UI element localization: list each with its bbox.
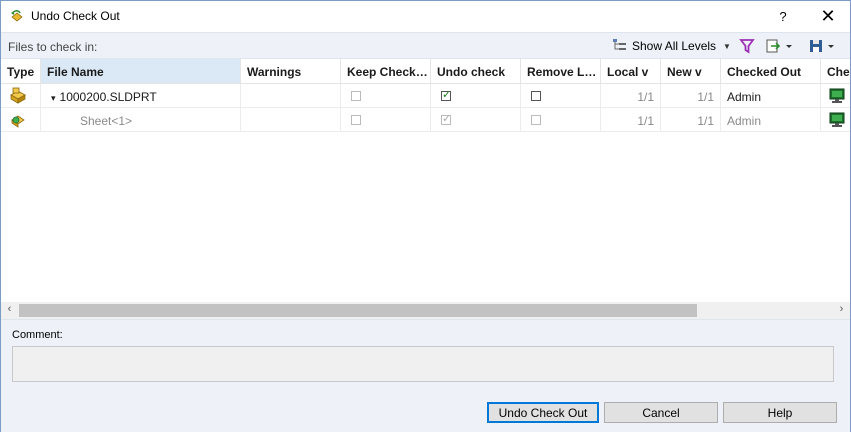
keep-checked-out-checkbox[interactable] <box>351 91 361 101</box>
cancel-button[interactable]: Cancel <box>604 402 718 423</box>
column-header-keep-checked-out[interactable]: Keep Check… <box>341 59 431 84</box>
checked-out-on-cell <box>821 108 850 132</box>
files-to-check-in-label: Files to check in: <box>8 40 98 54</box>
column-header-local-version[interactable]: Local v <box>601 59 661 84</box>
keep-checked-out-cell <box>341 84 431 108</box>
undo-check-cell: ✓ <box>431 84 521 108</box>
checked-out-on-cell <box>821 84 850 108</box>
scroll-right-icon[interactable]: › <box>833 303 850 318</box>
expand-chevron-icon[interactable]: ▾ <box>51 93 56 103</box>
help-button[interactable]: Help <box>723 402 837 423</box>
column-header-checked-out-on[interactable]: Chec <box>821 59 850 84</box>
undo-check-checkbox[interactable]: ✓ <box>441 113 451 125</box>
chevron-down-icon: ▼ <box>723 41 731 51</box>
remove-local-checkbox[interactable] <box>531 91 541 101</box>
checked-out-cell: Admin <box>721 108 821 132</box>
warnings-cell <box>241 84 341 108</box>
column-header-checked-out[interactable]: Checked Out <box>721 59 821 84</box>
levels-label: Show All Levels <box>632 39 717 53</box>
window-title: Undo Check Out <box>31 9 120 23</box>
type-cell <box>1 108 41 132</box>
remove-local-checkbox[interactable] <box>531 115 541 125</box>
filter-icon[interactable] <box>739 38 755 54</box>
undo-check-out-button[interactable]: Undo Check Out <box>487 402 599 423</box>
remove-local-cell <box>521 84 601 108</box>
close-button[interactable]: ✕ <box>806 1 850 32</box>
tree-icon <box>612 38 628 55</box>
undo-checkout-dialog: Undo Check Out ? ✕ Files to check in: Sh… <box>0 0 851 432</box>
toolbar: Files to check in: Show All Levels ▼ <box>1 32 850 59</box>
computer-icon <box>829 88 845 107</box>
keep-checked-out-checkbox[interactable] <box>351 115 361 125</box>
scrollbar-thumb[interactable] <box>19 304 697 317</box>
scroll-left-icon[interactable]: ‹ <box>1 303 18 318</box>
help-title-button[interactable]: ? <box>761 1 805 32</box>
title-bar: Undo Check Out ? ✕ <box>1 1 850 32</box>
horizontal-scrollbar[interactable]: ‹ › <box>1 302 850 319</box>
show-levels-dropdown[interactable]: Show All Levels ▼ <box>612 37 731 55</box>
export-icon[interactable] <box>765 38 795 54</box>
local-version-cell: 1/1 <box>601 84 661 108</box>
checked-out-cell: Admin <box>721 84 821 108</box>
part-icon <box>9 87 27 108</box>
remove-local-cell <box>521 108 601 132</box>
comment-field[interactable] <box>12 346 834 382</box>
undo-check-cell: ✓ <box>431 108 521 132</box>
column-header-new-version[interactable]: New v <box>661 59 721 84</box>
sheet-icon <box>9 111 27 132</box>
new-version-cell: 1/1 <box>661 108 721 132</box>
column-header-file-name[interactable]: File Name <box>41 59 241 84</box>
undo-check-checkbox[interactable]: ✓ <box>441 89 451 101</box>
warnings-cell <box>241 108 341 132</box>
local-version-cell: 1/1 <box>601 108 661 132</box>
keep-checked-out-cell <box>341 108 431 132</box>
file-name: 1000200.SLDPRT <box>59 90 157 104</box>
computer-icon <box>829 112 845 131</box>
table-row[interactable]: Sheet<1> ✓ 1/1 1/1 Admin <box>1 108 850 132</box>
type-cell <box>1 84 41 108</box>
file-name-cell[interactable]: ▾ 1000200.SLDPRT <box>41 84 241 108</box>
comment-label: Comment: <box>12 329 63 341</box>
save-icon[interactable] <box>808 38 838 54</box>
column-header-type[interactable]: Type <box>1 59 41 84</box>
undo-checkout-icon <box>9 8 25 24</box>
column-header-undo-check[interactable]: Undo check <box>431 59 521 84</box>
column-header-remove-local[interactable]: Remove L… <box>521 59 601 84</box>
new-version-cell: 1/1 <box>661 84 721 108</box>
bottom-panel: Comment: Undo Check Out Cancel Help <box>1 319 850 432</box>
files-grid: Type File Name Warnings Keep Check… Undo… <box>1 59 850 302</box>
file-name-cell[interactable]: Sheet<1> <box>41 108 241 132</box>
column-header-warnings[interactable]: Warnings <box>241 59 341 84</box>
table-row[interactable]: ▾ 1000200.SLDPRT ✓ 1/1 1/1 Admin <box>1 84 850 108</box>
